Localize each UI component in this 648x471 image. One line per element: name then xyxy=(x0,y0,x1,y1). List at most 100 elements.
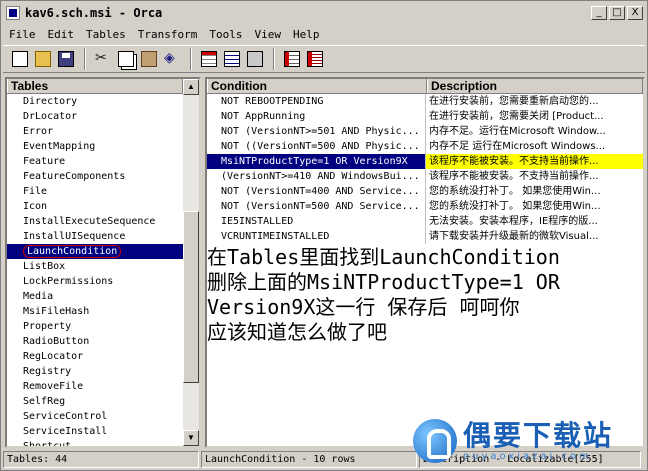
menu-transform[interactable]: Transform xyxy=(132,28,204,41)
condition-cell[interactable]: NOT ((VersionNT=500 AND Physic... xyxy=(207,139,427,154)
tables-scrollbar[interactable]: ▲ ▼ xyxy=(183,79,199,446)
table-row[interactable]: (VersionNT>=410 AND WindowsBui... 该程序不能被安… xyxy=(207,169,643,184)
rows-button[interactable] xyxy=(221,48,243,70)
description-cell[interactable]: 内存不足。运行在Microsoft Window... xyxy=(426,124,643,139)
open-icon xyxy=(35,51,51,67)
condition-cell[interactable]: NOT (VersionNT>=501 AND Physic... xyxy=(207,124,427,139)
rows-icon xyxy=(224,51,240,67)
table-item[interactable]: Directory xyxy=(7,94,199,109)
condition-cell[interactable]: NOT AppRunning xyxy=(207,109,427,124)
description-cell[interactable]: 无法安装。安装本程序，IE程序的版... xyxy=(426,214,643,229)
site-watermark: 偶要下载站 ouyaoxiazai.com xyxy=(413,415,645,467)
condition-cell[interactable]: NOT (VersionNT=500 AND Service... xyxy=(207,199,427,214)
table-item[interactable]: Feature xyxy=(7,154,199,169)
menu-help[interactable]: Help xyxy=(287,28,326,41)
toolbar-separator xyxy=(190,48,192,70)
find-button[interactable] xyxy=(161,48,183,70)
description-cell[interactable]: 在进行安装前，您需要重新启动您的... xyxy=(426,94,643,109)
table-item[interactable]: SelfReg xyxy=(7,394,199,409)
table-item-selected[interactable]: LaunchCondition xyxy=(7,244,199,259)
table-item[interactable]: DrLocator xyxy=(7,109,199,124)
table-item-label: LaunchCondition xyxy=(23,245,122,258)
status-row-count: LaunchCondition - 10 rows xyxy=(201,451,417,468)
title-bar: kav6.sch.msi - Orca _ □ X xyxy=(3,3,645,23)
table-row[interactable]: NOT (VersionNT=500 AND Service... 您的系统没打补… xyxy=(207,199,643,214)
condition-cell[interactable]: NOT REBOOTPENDING xyxy=(207,94,427,109)
condition-column-header[interactable]: Condition xyxy=(207,79,427,93)
watermark-text: 偶要下载站 ouyaoxiazai.com xyxy=(463,420,613,462)
table-item[interactable]: Icon xyxy=(7,199,199,214)
description-column-header[interactable]: Description xyxy=(427,79,643,93)
table-item[interactable]: File xyxy=(7,184,199,199)
table-item[interactable]: Property xyxy=(7,319,199,334)
delete-row-button[interactable] xyxy=(304,48,326,70)
condition-cell[interactable]: (VersionNT>=410 AND WindowsBui... xyxy=(207,169,427,184)
description-cell[interactable]: 内存不足 运行在Microsoft Windows... xyxy=(426,139,643,154)
table-row[interactable]: NOT AppRunning 在进行安装前，您需要关闭 [Product... xyxy=(207,109,643,124)
tables-list: Directory DrLocator Error EventMapping F… xyxy=(7,94,199,446)
table-item[interactable]: Registry xyxy=(7,364,199,379)
table-item[interactable]: LockPermissions xyxy=(7,274,199,289)
menu-edit[interactable]: Edit xyxy=(42,28,81,41)
description-cell[interactable]: 您的系统没打补丁。 如果您使用Win... xyxy=(426,184,643,199)
cut-button[interactable] xyxy=(92,48,114,70)
drop-button[interactable] xyxy=(244,48,266,70)
condition-cell[interactable]: VCRUNTIMEINSTALLED xyxy=(207,229,427,244)
description-cell[interactable]: 该程序不能被安装。不支持当前操作... xyxy=(426,154,643,169)
table-row[interactable]: IE5INSTALLED 无法安装。安装本程序，IE程序的版... xyxy=(207,214,643,229)
menu-tools[interactable]: Tools xyxy=(203,28,248,41)
scroll-up-icon[interactable]: ▲ xyxy=(183,79,199,95)
annotation-line: 删除上面的MsiNTProductType=1 OR xyxy=(207,270,560,294)
table-item[interactable]: EventMapping xyxy=(7,139,199,154)
annotation-line: Version9X这一行 保存后 呵呵你 xyxy=(207,295,520,319)
table-item[interactable]: Shortcut xyxy=(7,439,199,446)
condition-cell[interactable]: NOT (VersionNT=400 AND Service... xyxy=(207,184,427,199)
tables-pane: Tables Directory DrLocator Error EventMa… xyxy=(5,77,201,448)
save-button[interactable] xyxy=(55,48,77,70)
drop-icon xyxy=(247,51,263,67)
table-row[interactable]: VCRUNTIMEINSTALLED 请下载安装并升级最新的微软Visual... xyxy=(207,229,643,244)
minimize-button[interactable]: _ xyxy=(591,6,607,20)
menu-view[interactable]: View xyxy=(248,28,287,41)
annotation-line: 在Tables里面找到LaunchCondition xyxy=(207,245,560,269)
table-item[interactable]: Error xyxy=(7,124,199,139)
table-item[interactable]: InstallUISequence xyxy=(7,229,199,244)
table-item[interactable]: RemoveFile xyxy=(7,379,199,394)
table-item[interactable]: ServiceInstall xyxy=(7,424,199,439)
tables-button[interactable] xyxy=(198,48,220,70)
table-row[interactable]: NOT (VersionNT>=501 AND Physic... 内存不足。运行… xyxy=(207,124,643,139)
table-item[interactable]: FeatureComponents xyxy=(7,169,199,184)
condition-cell[interactable]: MsiNTProductType=1 OR Version9X xyxy=(207,154,427,169)
description-cell[interactable]: 该程序不能被安装。不支持当前操作... xyxy=(426,169,643,184)
save-icon xyxy=(58,51,74,67)
new-button[interactable] xyxy=(9,48,31,70)
table-item[interactable]: ListBox xyxy=(7,259,199,274)
paste-button[interactable] xyxy=(138,48,160,70)
maximize-button[interactable]: □ xyxy=(609,6,625,20)
table-item[interactable]: Media xyxy=(7,289,199,304)
menu-file[interactable]: File xyxy=(3,28,42,41)
table-row-selected[interactable]: MsiNTProductType=1 OR Version9X 该程序不能被安装。… xyxy=(207,154,643,169)
grid-header: Condition Description xyxy=(207,79,643,94)
scroll-thumb[interactable] xyxy=(183,211,199,383)
table-row[interactable]: NOT ((VersionNT=500 AND Physic... 内存不足 运行… xyxy=(207,139,643,154)
table-item[interactable]: RadioButton xyxy=(7,334,199,349)
scroll-down-icon[interactable]: ▼ xyxy=(183,430,199,446)
table-item[interactable]: MsiFileHash xyxy=(7,304,199,319)
copy-button[interactable] xyxy=(115,48,137,70)
tables-column-header[interactable]: Tables xyxy=(7,79,183,93)
table-item[interactable]: RegLocator xyxy=(7,349,199,364)
menu-tables[interactable]: Tables xyxy=(80,28,132,41)
table-item[interactable]: ServiceControl xyxy=(7,409,199,424)
open-button[interactable] xyxy=(32,48,54,70)
add-row-button[interactable] xyxy=(281,48,303,70)
new-icon xyxy=(12,51,28,67)
description-cell[interactable]: 在进行安装前，您需要关闭 [Product... xyxy=(426,109,643,124)
table-row[interactable]: NOT REBOOTPENDING 在进行安装前，您需要重新启动您的... xyxy=(207,94,643,109)
description-cell[interactable]: 请下载安装并升级最新的微软Visual... xyxy=(426,229,643,244)
table-item[interactable]: InstallExecuteSequence xyxy=(7,214,199,229)
condition-cell[interactable]: IE5INSTALLED xyxy=(207,214,427,229)
description-cell[interactable]: 您的系统没打补丁。 如果您使用Win... xyxy=(426,199,643,214)
close-button[interactable]: X xyxy=(627,6,643,20)
table-row[interactable]: NOT (VersionNT=400 AND Service... 您的系统没打补… xyxy=(207,184,643,199)
